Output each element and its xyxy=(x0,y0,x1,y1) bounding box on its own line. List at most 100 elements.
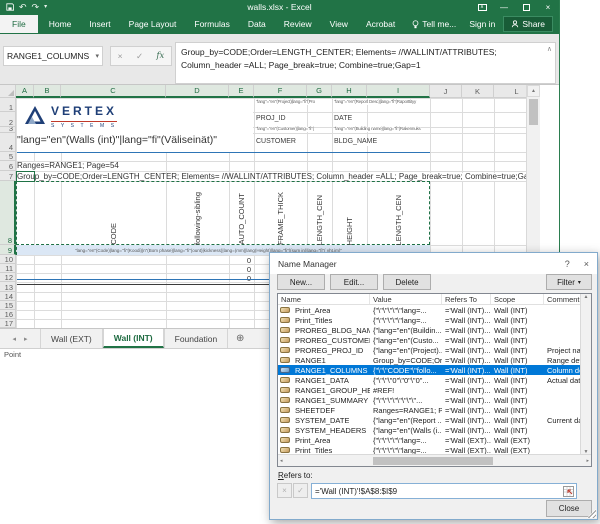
col-header-name[interactable]: Name xyxy=(278,294,370,304)
name-list-row[interactable]: PROREG_BLDG_NAME{"lang="en"(Buildin...='… xyxy=(278,325,591,335)
list-scroll-left-icon[interactable]: ◂ xyxy=(280,458,283,464)
row-header-4[interactable]: 4 xyxy=(0,133,16,152)
name-list-row[interactable]: PROREG_CUSTOMER{"lang="en"(Custo...='Wal… xyxy=(278,335,591,345)
vertical-header-height[interactable]: HEIGHT xyxy=(345,217,354,245)
column-header-K[interactable]: K xyxy=(462,85,494,98)
new-sheet-icon[interactable]: ⊕ xyxy=(228,329,252,348)
column-header-J[interactable]: J xyxy=(430,85,462,98)
column-header-A[interactable]: A xyxy=(16,85,34,98)
col-header-comment[interactable]: Comment xyxy=(544,294,582,304)
column-header-E[interactable]: E xyxy=(229,85,254,98)
col-header-refers-to[interactable]: Refers To xyxy=(442,294,491,304)
dialog-title-bar[interactable]: Name Manager ? × xyxy=(270,253,597,274)
name-list-row[interactable]: Print_Area{"\"\"\"\"\"lang=...='Wall (EX… xyxy=(278,435,591,445)
row-header-15[interactable]: 15 xyxy=(0,301,16,310)
cell-F1[interactable]: "lang"="en"(Project)|lang="fi"(Pro xyxy=(256,100,315,105)
maximize-icon[interactable] xyxy=(515,0,537,14)
select-all-corner[interactable] xyxy=(0,85,16,98)
share-button[interactable]: Share xyxy=(503,16,553,32)
col-header-scope[interactable]: Scope xyxy=(491,294,544,304)
vertical-header-length_cen[interactable]: LENGTH_CEN xyxy=(394,195,403,245)
list-scroll-right-icon[interactable]: ▸ xyxy=(586,458,589,464)
cancel-entry-icon[interactable]: × xyxy=(118,51,123,61)
name-list-row[interactable]: RANGE1_SUMMARY{"\"\"\"\"\"\"\"\"...='Wal… xyxy=(278,395,591,405)
refers-confirm-icon[interactable]: ✓ xyxy=(293,483,308,498)
column-header-D[interactable]: D xyxy=(166,85,229,98)
dialog-close-icon[interactable]: × xyxy=(584,259,589,269)
sheet-tab-wall-ext[interactable]: Wall (EXT) xyxy=(40,329,103,348)
tell-me[interactable]: Tell me... xyxy=(404,19,464,29)
name-list-row[interactable]: RANGE1_DATA{"\"\"\"0"\"0"\"0"...='Wall (… xyxy=(278,375,591,385)
name-list-row[interactable]: Print_Titles{"\"\"\"\"\"lang=...='Wall (… xyxy=(278,315,591,325)
column-header-C[interactable]: C xyxy=(61,85,166,98)
name-box-dropdown-icon[interactable]: ▾ xyxy=(95,52,99,60)
row-header-16[interactable]: 16 xyxy=(0,310,16,319)
vertical-header-frame_thick[interactable]: FRAME_THICK xyxy=(276,192,285,245)
row-header-1[interactable]: 1 xyxy=(0,98,16,112)
filter-button[interactable]: Filter▾ xyxy=(546,274,592,290)
sheet-tab-wall-int[interactable]: Wall (INT) xyxy=(103,329,164,348)
cell-H3[interactable]: "lang"="en"(Building name)|lang="fi"(Rak… xyxy=(334,127,421,132)
row-header-17[interactable]: 17 xyxy=(0,319,16,328)
name-list-row[interactable]: SYSTEM_DATE{"lang="en"(Report ...='Wall … xyxy=(278,415,591,425)
sheet-nav-right-icon[interactable]: ▸ xyxy=(24,335,28,343)
row-header-11[interactable]: 11 xyxy=(0,264,16,273)
vertical-header-auto_count[interactable]: AUTO_COUNT xyxy=(237,193,246,245)
row-header-2[interactable]: 2 xyxy=(0,112,16,127)
name-list-row[interactable]: SYSTEM_HEADERS{"lang="en"(Walls (i...='W… xyxy=(278,425,591,435)
list-horizontal-scrollbar[interactable]: ◂ ▸ xyxy=(278,454,591,466)
col-header-value[interactable]: Value xyxy=(370,294,442,304)
name-list-row[interactable]: SHEETDEFRanges=RANGE1; P...='Wall (INT).… xyxy=(278,405,591,415)
name-list-row[interactable]: PROREG_PROJ_ID{"lang="en"(Project)...='W… xyxy=(278,345,591,355)
cell-H1[interactable]: "lang"="en"(Report Desc)|lang="fi"(Rapor… xyxy=(334,100,416,105)
edit-button[interactable]: Edit... xyxy=(330,274,378,290)
collapse-formula-bar-icon[interactable]: ∧ xyxy=(547,45,552,56)
formula-input[interactable]: Group_by=CODE;Order=LENGTH_CENTER; Eleme… xyxy=(175,42,556,84)
cell-F3[interactable]: "lang"="en"(Customer)|lang="fi"( xyxy=(256,127,314,132)
vertical-header-following-sibling[interactable]: following-sibling xyxy=(193,192,202,245)
tab-review[interactable]: Review xyxy=(275,16,321,32)
list-hscroll-thumb[interactable] xyxy=(373,457,493,465)
tab-view[interactable]: View xyxy=(321,16,357,32)
row-header-14[interactable]: 14 xyxy=(0,292,16,301)
row-header-9[interactable]: 9 xyxy=(0,245,16,255)
name-list-row[interactable]: Print_Area{"\"\"\"\"\"lang=...='Wall (IN… xyxy=(278,305,591,315)
scroll-up-icon[interactable]: ▲ xyxy=(527,85,540,97)
sign-in[interactable]: Sign in xyxy=(469,19,495,29)
close-window-icon[interactable]: × xyxy=(537,0,559,14)
row-header-10[interactable]: 10 xyxy=(0,255,16,264)
insert-function-icon[interactable]: fx xyxy=(156,51,164,61)
ribbon-display-options-icon[interactable]: ∧ xyxy=(471,0,493,14)
minimize-icon[interactable]: — xyxy=(493,0,515,14)
column-header-F[interactable]: F xyxy=(254,85,307,98)
delete-button[interactable]: Delete xyxy=(383,274,431,290)
row-header-13[interactable]: 13 xyxy=(0,282,16,292)
row-header-6[interactable]: 6 xyxy=(0,161,16,171)
column-header-B[interactable]: B xyxy=(34,85,61,98)
new-button[interactable]: New... xyxy=(277,274,325,290)
cell-zero[interactable]: 0 xyxy=(229,256,253,265)
row-header-7[interactable]: 7 xyxy=(0,171,16,181)
list-scroll-up-icon[interactable]: ▲ xyxy=(584,294,589,300)
cell-A4-title[interactable]: "lang="en"(Walls (int)"|lang="fi"(Välise… xyxy=(17,135,217,147)
cell-A7[interactable]: Group_by=CODE;Order=LENGTH_CENTER; Eleme… xyxy=(17,173,540,182)
refers-to-input[interactable]: ='Wall (INT)'!$A$8:$I$9 xyxy=(311,483,577,499)
row-header-12[interactable]: 12 xyxy=(0,273,16,282)
column-header-H[interactable]: H xyxy=(332,85,367,98)
row-header-8[interactable]: 8 xyxy=(0,181,16,245)
scrollbar-thumb[interactable] xyxy=(529,99,538,125)
tab-acrobat[interactable]: Acrobat xyxy=(357,16,404,32)
tab-insert[interactable]: Insert xyxy=(80,16,119,32)
cell-A6[interactable]: Ranges=RANGE1; Page=54 xyxy=(17,162,119,171)
cell-H2[interactable]: DATE xyxy=(334,115,352,123)
dialog-help-icon[interactable]: ? xyxy=(565,259,570,269)
refers-cancel-icon[interactable]: × xyxy=(277,483,292,498)
cell-F4[interactable]: CUSTOMER xyxy=(256,138,296,146)
column-header-I[interactable]: I xyxy=(367,85,430,98)
name-list-row[interactable]: RANGE1_GROUP_HEA...#REF!='Wall (INT)...W… xyxy=(278,385,591,395)
name-box[interactable]: RANGE1_COLUMNS ▾ xyxy=(3,46,103,66)
sheet-nav-left-icon[interactable]: ◂ xyxy=(12,335,16,343)
list-vertical-scrollbar[interactable]: ▲ ▼ xyxy=(580,294,591,455)
cell-zero[interactable]: 0 xyxy=(229,265,253,274)
sheet-tab-foundation[interactable]: Foundation xyxy=(164,329,229,348)
